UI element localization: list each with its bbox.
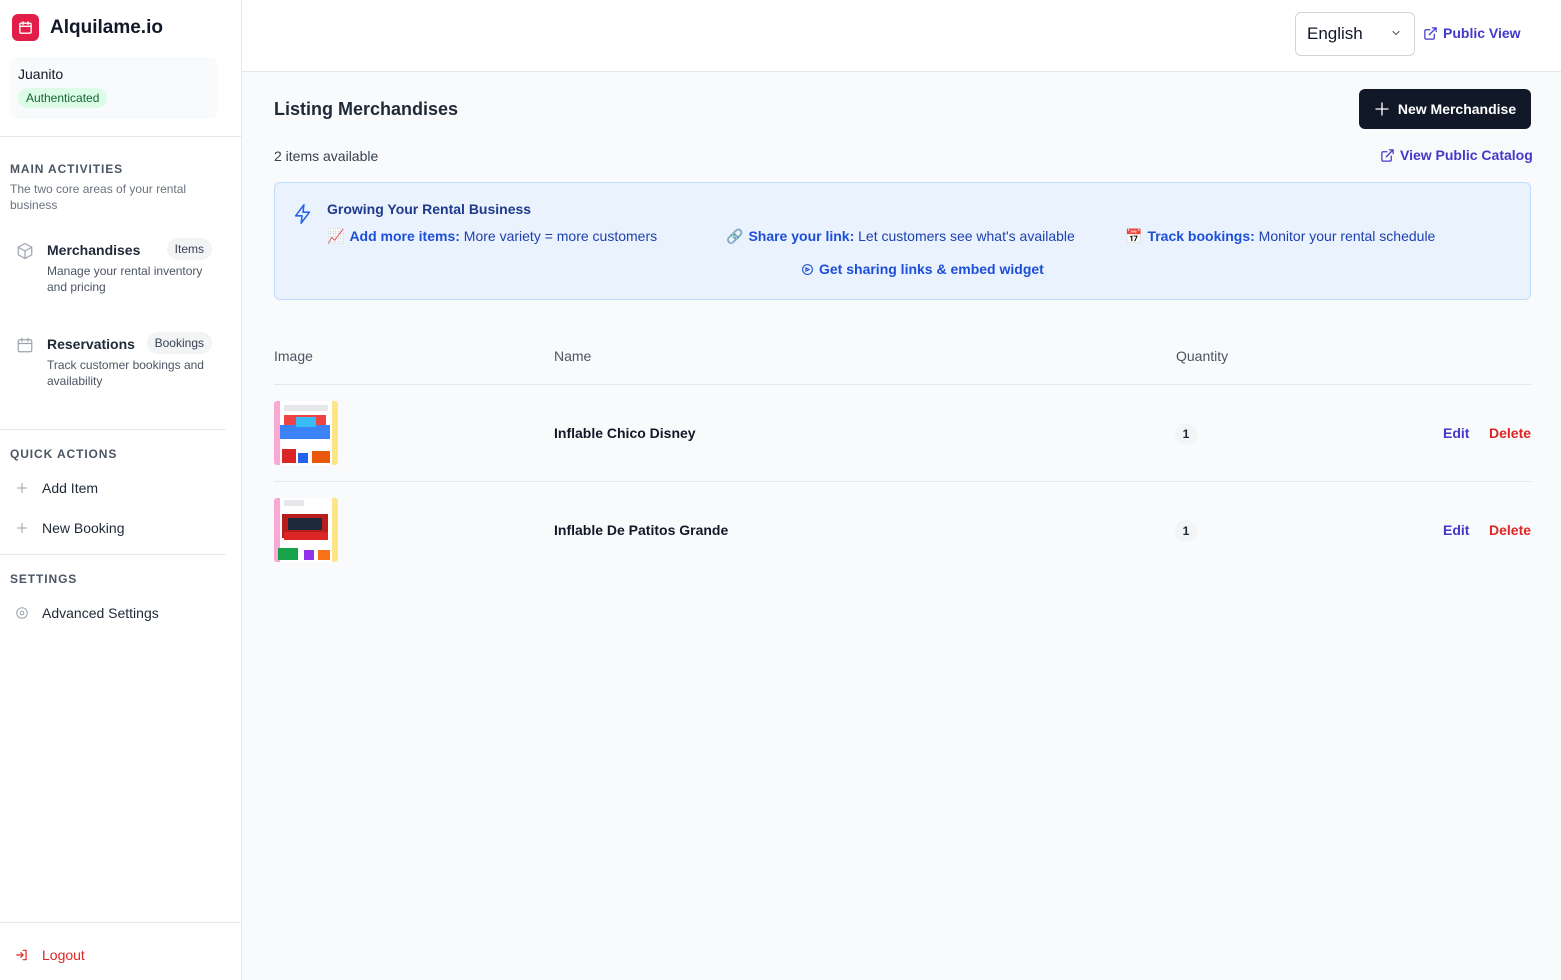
merchandise-name: Inflable De Patitos Grande — [554, 522, 729, 538]
top-bar: English Public View — [242, 0, 1561, 72]
new-merchandise-button[interactable]: New Merchandise — [1359, 89, 1531, 129]
tip-share-link: 🔗 Share your link: Let customers see what… — [726, 228, 1075, 245]
language-value: English — [1307, 24, 1363, 43]
column-header-name: Name — [554, 348, 592, 364]
edit-button[interactable]: Edit — [1443, 522, 1469, 538]
divider — [0, 922, 242, 923]
sidebar-item-badge: Bookings — [146, 332, 212, 354]
sidebar-item-title: Merchandises — [47, 242, 141, 258]
logout-icon — [14, 947, 30, 963]
cube-icon — [17, 242, 33, 260]
chart-emoji-icon: 📈 — [327, 228, 345, 244]
public-view-link[interactable]: Public View — [1423, 25, 1521, 41]
items-count: 2 items available — [274, 148, 379, 164]
plus-icon — [14, 520, 30, 536]
sidebar-item-merchandises[interactable]: Merchandises Items Manage your rental in… — [16, 238, 216, 300]
tips-panel: Growing Your Rental Business 📈 Add more i… — [274, 182, 1531, 300]
add-item-button[interactable]: Add Item — [14, 480, 98, 496]
edit-button[interactable]: Edit — [1443, 425, 1469, 441]
divider — [0, 136, 242, 137]
page-title: Listing Merchandises — [274, 99, 459, 119]
lightning-icon — [294, 204, 311, 224]
quick-action-label: New Booking — [42, 520, 125, 536]
public-view-label: Public View — [1443, 25, 1521, 41]
status-badge: Authenticated — [18, 88, 108, 108]
new-booking-button[interactable]: New Booking — [14, 520, 125, 536]
tip-text: Let customers see what's available — [854, 228, 1075, 244]
table-divider — [274, 481, 1531, 482]
quick-actions-title: QUICK ACTIONS — [10, 447, 118, 461]
tip-label: Track bookings: — [1147, 228, 1255, 244]
link-emoji-icon: 🔗 — [726, 228, 744, 244]
plus-icon — [14, 480, 30, 496]
brand-name: Alquilame.io — [50, 16, 163, 38]
external-link-icon — [1424, 26, 1437, 40]
external-link-icon — [1381, 148, 1394, 162]
tip-label: Share your link: — [748, 228, 855, 244]
divider — [0, 429, 226, 430]
user-card: Juanito Authenticated — [10, 57, 218, 119]
merchandise-name: Inflable Chico Disney — [554, 425, 696, 441]
merchandise-thumbnail — [274, 401, 338, 465]
logout-button[interactable]: Logout — [14, 947, 85, 963]
advanced-settings-label: Advanced Settings — [42, 605, 159, 621]
calendar-logo-icon — [12, 14, 39, 41]
share-icon — [802, 263, 813, 275]
column-header-image: Image — [274, 348, 313, 364]
column-header-quantity: Quantity — [1176, 348, 1229, 364]
sidebar-item-title: Reservations — [47, 336, 135, 352]
tip-label: Add more items: — [349, 228, 460, 244]
sharing-links-link[interactable]: Get sharing links & embed widget — [801, 261, 1044, 277]
quick-action-label: Add Item — [42, 480, 99, 496]
view-public-catalog-link[interactable]: View Public Catalog — [1380, 147, 1533, 163]
sharing-links-label: Get sharing links & embed widget — [819, 261, 1044, 277]
new-merchandise-label: New Merchandise — [1397, 101, 1517, 117]
sidebar-item-reservations[interactable]: Reservations Bookings Track customer boo… — [16, 332, 216, 394]
delete-button[interactable]: Delete — [1489, 425, 1531, 441]
divider — [0, 554, 226, 555]
calendar-icon — [17, 337, 33, 353]
delete-button[interactable]: Delete — [1489, 522, 1531, 538]
tip-text: Monitor your rental schedule — [1254, 228, 1436, 244]
chevron-down-icon — [1392, 31, 1400, 36]
main-activities-subtitle: The two core areas of your rental busine… — [10, 182, 187, 212]
gear-icon — [14, 605, 30, 621]
tip-text: More variety = more customers — [459, 228, 658, 244]
sidebar: Alquilame.io Juanito Authenticated MAIN … — [0, 0, 242, 980]
calendar-emoji-icon: 📅 — [1125, 228, 1143, 244]
sidebar-item-description: Track customer bookings and availability — [47, 358, 204, 388]
plus-icon — [1375, 102, 1389, 116]
logout-label: Logout — [42, 947, 85, 963]
tips-title: Growing Your Rental Business — [327, 201, 532, 217]
tip-add-items: 📈 Add more items: More variety = more cus… — [327, 228, 657, 245]
merchandise-thumbnail — [274, 498, 338, 562]
sidebar-item-badge: Items — [166, 238, 212, 260]
advanced-settings-link[interactable]: Advanced Settings — [14, 605, 159, 621]
view-public-catalog-label: View Public Catalog — [1400, 147, 1533, 163]
quantity-badge: 1 — [1175, 423, 1197, 445]
tip-track-bookings: 📅 Track bookings: Monitor your rental sch… — [1125, 228, 1435, 245]
language-select[interactable]: English — [1295, 12, 1415, 56]
user-name: Juanito — [18, 66, 64, 82]
settings-title: SETTINGS — [10, 572, 78, 586]
table-divider — [274, 384, 1531, 385]
main-activities-title: MAIN ACTIVITIES — [10, 162, 124, 176]
sidebar-item-description: Manage your rental inventory and pricing — [47, 264, 203, 294]
quantity-badge: 1 — [1175, 520, 1197, 542]
brand[interactable]: Alquilame.io — [12, 14, 163, 41]
